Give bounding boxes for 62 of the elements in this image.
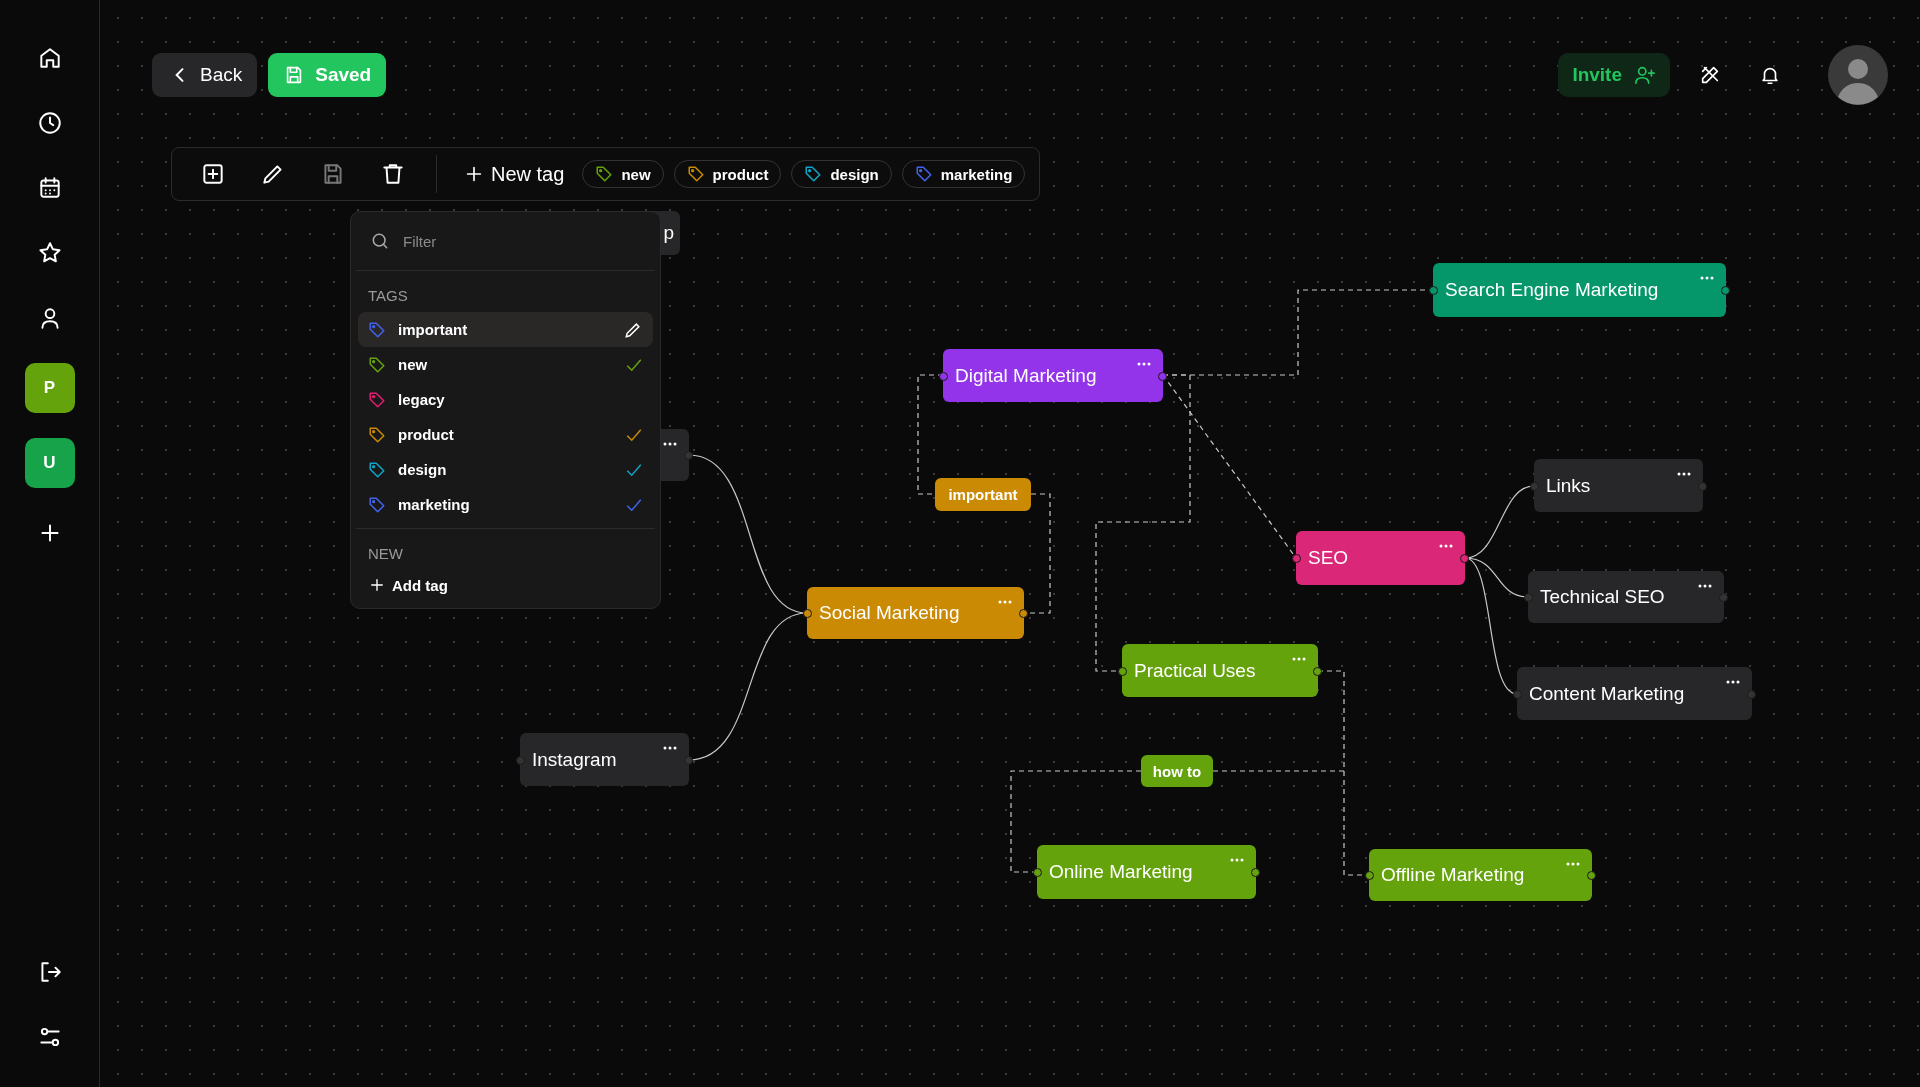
connection-handle[interactable]	[939, 371, 948, 381]
mindmap-node[interactable]: Technical SEO	[1528, 571, 1724, 623]
connection-handle[interactable]	[1721, 286, 1730, 295]
tag-icon	[804, 165, 823, 183]
add-user-icon	[1634, 64, 1656, 86]
tag-icon	[368, 320, 386, 339]
user-avatar[interactable]	[1828, 45, 1888, 105]
more-icon[interactable]	[1677, 472, 1691, 476]
connection-handle[interactable]	[1513, 689, 1522, 699]
more-icon[interactable]	[1698, 584, 1712, 588]
section-heading: NEW	[367, 544, 404, 564]
connection-handle[interactable]	[1429, 286, 1438, 295]
mindmap-node[interactable]: Search Engine Marketing	[1433, 263, 1726, 317]
connection-handle[interactable]	[1019, 609, 1028, 618]
mindmap-node[interactable]: Instagram	[520, 733, 689, 786]
tag-menu-item[interactable]: design	[358, 452, 653, 487]
connection-handle[interactable]	[1719, 593, 1728, 602]
new-tag-button[interactable]: New tag	[455, 162, 573, 186]
tag-menu-item[interactable]: product	[358, 417, 653, 452]
connection-handle[interactable]	[516, 755, 525, 765]
connection-handle[interactable]	[1698, 481, 1707, 491]
tag-menu-item[interactable]: important	[358, 312, 653, 347]
tag-icon	[368, 460, 386, 479]
connection-handle[interactable]	[1587, 871, 1596, 880]
search-icon	[370, 231, 390, 251]
connection-handle[interactable]	[1251, 868, 1260, 877]
connection-handle[interactable]	[1313, 666, 1322, 676]
connection-handle[interactable]	[1524, 593, 1533, 602]
connection-handle[interactable]	[1292, 554, 1301, 563]
tag-icon	[595, 165, 614, 183]
tag-icon	[686, 165, 705, 183]
plus-icon	[368, 576, 386, 594]
connection-handle[interactable]	[1033, 868, 1042, 877]
connection-handle[interactable]	[1747, 689, 1756, 699]
connection-handle[interactable]	[1365, 871, 1374, 880]
more-icon[interactable]	[663, 442, 677, 446]
tag-menu-item[interactable]: marketing	[358, 487, 653, 522]
connection-handle[interactable]	[684, 451, 693, 460]
connection-handle[interactable]	[1118, 666, 1127, 676]
tag-menu-item[interactable]: new	[358, 347, 653, 382]
connection-handle[interactable]	[803, 609, 812, 618]
mindmap-node[interactable]: Content Marketing	[1517, 667, 1752, 720]
tag-icon	[914, 165, 933, 183]
mindmap-node[interactable]: Digital Marketing	[943, 349, 1163, 402]
tag-icon	[368, 390, 386, 409]
mindmap-node[interactable]: SEO	[1296, 531, 1465, 585]
more-icon[interactable]	[1726, 680, 1740, 684]
tag-icon	[368, 495, 386, 514]
connection-handle[interactable]	[684, 755, 693, 765]
back-button[interactable]: Back	[152, 53, 258, 97]
connection-handle[interactable]	[1158, 371, 1167, 381]
section-heading: TAGS	[367, 286, 409, 306]
connection-handle[interactable]	[1530, 481, 1539, 491]
filter-field[interactable]: Filter	[401, 231, 641, 251]
tag-menu-item[interactable]: legacy	[358, 382, 653, 417]
tag-icon	[368, 355, 386, 374]
invite-button[interactable]: Invite	[1558, 53, 1670, 97]
add-tag-button[interactable]: Add tag	[358, 570, 458, 600]
connection-handle[interactable]	[1460, 554, 1469, 563]
tag-icon	[368, 425, 386, 444]
mindmap-node[interactable]: Links	[1534, 459, 1703, 512]
more-icon[interactable]	[663, 746, 677, 750]
